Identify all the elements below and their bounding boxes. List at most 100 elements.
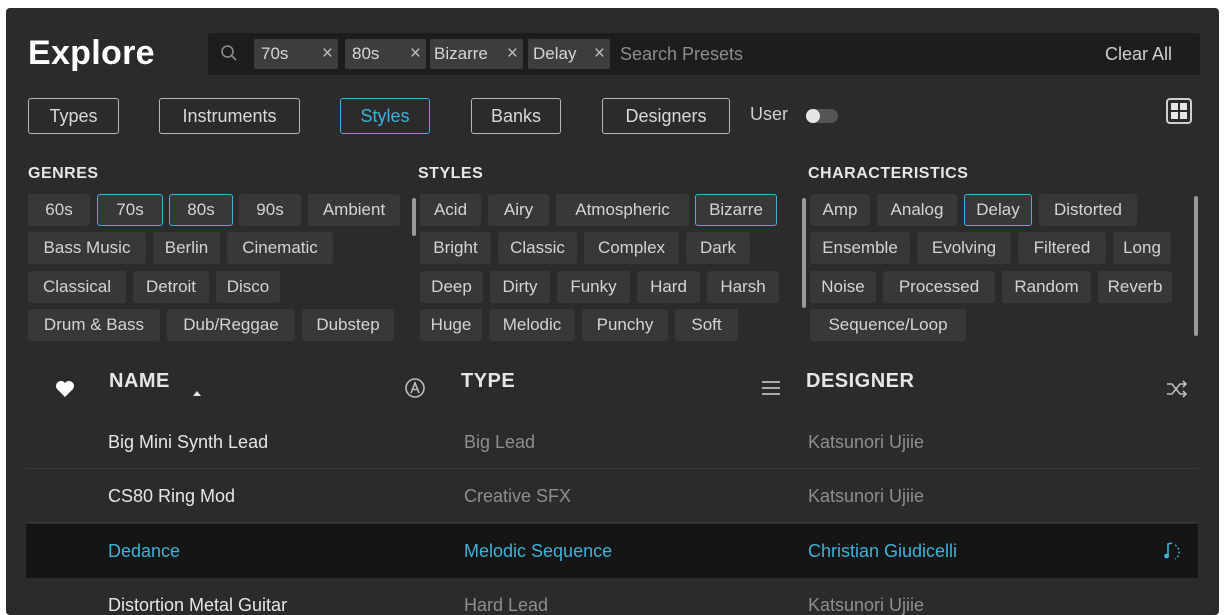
characteristic-tag-processed[interactable]: Processed <box>883 271 995 303</box>
toggle-knob <box>806 109 820 123</box>
style-tag-bright[interactable]: Bright <box>420 232 491 264</box>
tab-styles[interactable]: Styles <box>340 98 430 134</box>
genre-tag-classical[interactable]: Classical <box>28 271 126 303</box>
table-row[interactable]: CS80 Ring Mod Creative SFX Katsunori Uji… <box>26 469 1198 523</box>
genre-tag-berlin[interactable]: Berlin <box>153 232 220 264</box>
table-row-selected[interactable]: Dedance Melodic Sequence Christian Giudi… <box>26 524 1198 578</box>
genre-tag-cinematic[interactable]: Cinematic <box>227 232 333 264</box>
preset-type: Creative SFX <box>464 486 572 506</box>
genre-tag-detroit[interactable]: Detroit <box>133 271 209 303</box>
genre-tag-drum-bass[interactable]: Drum & Bass <box>28 309 160 341</box>
preset-name: Big Mini Synth Lead <box>108 432 269 452</box>
styles-heading: STYLES <box>418 165 484 182</box>
filter-chip-70s[interactable]: 70s × <box>254 39 338 69</box>
tab-designers[interactable]: Designers <box>602 98 730 134</box>
genres-scrollbar[interactable] <box>412 198 416 236</box>
style-tag-hard[interactable]: Hard <box>637 271 700 303</box>
user-toggle[interactable] <box>806 109 838 123</box>
style-tag-huge[interactable]: Huge <box>420 309 482 341</box>
shuffle-icon[interactable] <box>1166 380 1188 398</box>
style-tag-punchy[interactable]: Punchy <box>582 309 668 341</box>
table-row[interactable]: Big Mini Synth Lead Big Lead Katsunori U… <box>26 415 1198 469</box>
style-tag-dark[interactable]: Dark <box>686 232 750 264</box>
style-tag-deep[interactable]: Deep <box>420 271 483 303</box>
genre-tag-90s[interactable]: 90s <box>239 194 301 226</box>
preset-name: CS80 Ring Mod <box>108 486 236 506</box>
close-icon[interactable]: × <box>322 39 333 69</box>
column-header-type[interactable]: TYPE <box>461 370 515 393</box>
characteristic-tag-long[interactable]: Long <box>1113 232 1171 264</box>
genre-tag-disco[interactable]: Disco <box>216 271 280 303</box>
genre-tag-ambient[interactable]: Ambient <box>308 194 400 226</box>
tab-banks[interactable]: Banks <box>471 98 561 134</box>
preset-designer: Katsunori Ujiie <box>808 486 925 506</box>
characteristics-heading: CHARACTERISTICS <box>808 165 969 182</box>
genre-tag-dub-reggae[interactable]: Dub/Reggae <box>167 309 295 341</box>
style-tag-dirty[interactable]: Dirty <box>490 271 550 303</box>
tab-types[interactable]: Types <box>28 98 119 134</box>
style-tag-soft[interactable]: Soft <box>675 309 738 341</box>
style-tag-airy[interactable]: Airy <box>488 194 549 226</box>
style-tag-complex[interactable]: Complex <box>584 232 679 264</box>
characteristic-tag-ensemble[interactable]: Ensemble <box>810 232 910 264</box>
column-header-designer[interactable]: DESIGNER <box>806 370 914 393</box>
sort-up-icon[interactable] <box>192 389 202 397</box>
characteristic-tag-amp[interactable]: Amp <box>810 194 870 226</box>
filter-chip-80s[interactable]: 80s × <box>345 39 426 69</box>
close-icon[interactable]: × <box>410 39 421 69</box>
characteristic-tag-reverb[interactable]: Reverb <box>1098 271 1172 303</box>
characteristic-tag-analog[interactable]: Analog <box>877 194 957 226</box>
genre-tag-dubstep[interactable]: Dubstep <box>302 309 394 341</box>
characteristic-tag-noise[interactable]: Noise <box>810 271 876 303</box>
list-icon[interactable] <box>761 380 781 396</box>
characteristic-tag-random[interactable]: Random <box>1002 271 1091 303</box>
characteristic-tag-sequence-loop[interactable]: Sequence/Loop <box>810 309 966 341</box>
filter-chip-delay[interactable]: Delay × <box>528 39 610 69</box>
style-tag-classic[interactable]: Classic <box>498 232 577 264</box>
search-bar[interactable]: 70s × 80s × Bizarre × Delay × Clear All <box>208 33 1200 75</box>
preset-type: Big Lead <box>464 432 536 452</box>
chip-label: 70s <box>261 44 289 63</box>
characteristic-tag-filtered[interactable]: Filtered <box>1018 232 1106 264</box>
filter-chip-bizarre[interactable]: Bizarre × <box>430 39 523 69</box>
explore-panel: Explore 70s × 80s × Bizarre × Delay × Cl… <box>6 8 1219 615</box>
note-icon[interactable] <box>1163 541 1187 561</box>
clear-all-button[interactable]: Clear All <box>1105 33 1172 75</box>
chip-label: 80s <box>352 44 380 63</box>
search-input[interactable] <box>620 39 1060 69</box>
characteristic-tag-delay[interactable]: Delay <box>964 194 1032 226</box>
genres-heading: GENRES <box>28 165 99 182</box>
characteristics-scrollbar[interactable] <box>1194 196 1198 336</box>
search-icon <box>221 45 237 61</box>
genre-tag-60s[interactable]: 60s <box>28 194 90 226</box>
close-icon[interactable]: × <box>594 39 605 69</box>
genre-tag-bass-music[interactable]: Bass Music <box>28 232 146 264</box>
genre-tag-80s[interactable]: 80s <box>169 194 233 226</box>
grid-view-icon[interactable] <box>1166 98 1192 124</box>
close-icon[interactable]: × <box>507 39 518 69</box>
preset-name: Distortion Metal Guitar <box>108 595 288 615</box>
style-tag-melodic[interactable]: Melodic <box>489 309 575 341</box>
preset-type: Hard Lead <box>464 595 549 615</box>
heart-icon[interactable] <box>55 380 75 398</box>
characteristic-tag-evolving[interactable]: Evolving <box>917 232 1011 264</box>
preset-type: Melodic Sequence <box>464 541 613 561</box>
chip-label: Bizarre <box>434 44 488 63</box>
style-tag-atmospheric[interactable]: Atmospheric <box>556 194 689 226</box>
chip-label: Delay <box>533 44 577 63</box>
characteristic-tag-distorted[interactable]: Distorted <box>1039 194 1137 226</box>
genre-tag-70s[interactable]: 70s <box>97 194 163 226</box>
style-tag-acid[interactable]: Acid <box>420 194 481 226</box>
column-header-name[interactable]: NAME <box>109 370 170 393</box>
preset-designer: Katsunori Ujiie <box>808 595 925 615</box>
arturia-logo-icon[interactable] <box>404 377 426 399</box>
tab-instruments[interactable]: Instruments <box>159 98 300 134</box>
page-title: Explore <box>28 34 155 72</box>
user-label: User <box>750 104 789 124</box>
table-row[interactable]: Distortion Metal Guitar Hard Lead Katsun… <box>26 578 1198 615</box>
preset-designer: Christian Giudicelli <box>808 541 958 561</box>
style-tag-bizarre[interactable]: Bizarre <box>695 194 777 226</box>
style-tag-harsh[interactable]: Harsh <box>707 271 779 303</box>
styles-scrollbar[interactable] <box>802 198 806 308</box>
style-tag-funky[interactable]: Funky <box>557 271 630 303</box>
